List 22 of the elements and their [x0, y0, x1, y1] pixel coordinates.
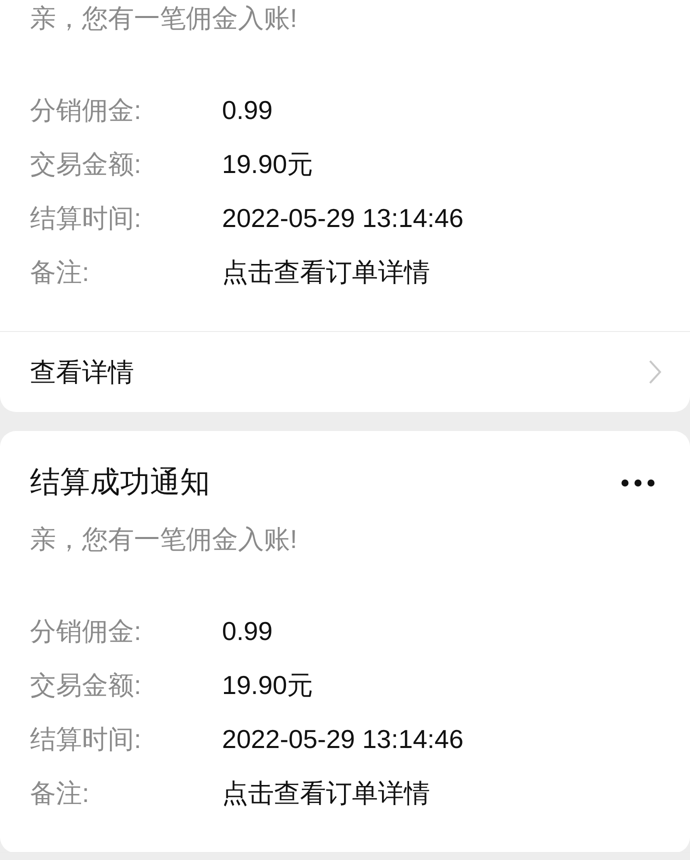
field-label: 分销佣金: — [30, 94, 142, 126]
field-label: 备注: — [30, 256, 90, 288]
field-value: 点击查看订单详情 — [222, 776, 430, 810]
field-value: 19.90元 — [222, 148, 314, 180]
field-value: 0.99 — [222, 616, 273, 646]
field-value: 19.90元 — [222, 668, 314, 702]
field-label: 结算时间: — [30, 202, 142, 234]
field-label: 结算时间: — [30, 722, 142, 756]
field-value: 2022-05-29 13:14:46 — [222, 202, 464, 234]
more-icon[interactable] — [620, 478, 656, 488]
details-link[interactable]: 查看详情 — [0, 332, 690, 412]
field-label: 交易金额: — [30, 668, 142, 702]
field-label: 分销佣金: — [30, 614, 142, 648]
field-value: 2022-05-29 13:14:46 — [222, 724, 464, 754]
card-subtitle: 亲，您有一笔佣金入账! — [30, 523, 298, 556]
card-title: 结算成功通知 — [30, 465, 210, 501]
card-subtitle: 亲，您有一笔佣金入账! — [30, 2, 298, 35]
field-value: 0.99 — [222, 94, 273, 126]
field-label: 交易金额: — [30, 148, 142, 180]
field-value: 点击查看订单详情 — [222, 256, 430, 288]
field-label: 备注: — [30, 776, 90, 810]
chevron-right-icon — [648, 359, 662, 385]
